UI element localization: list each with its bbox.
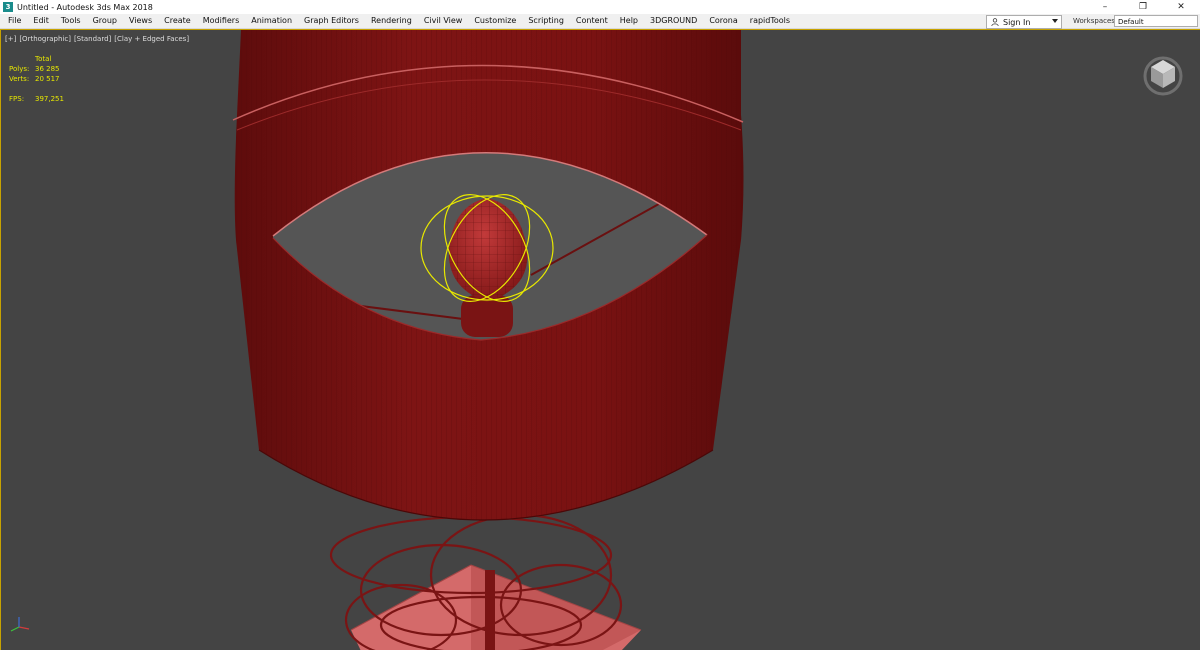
menu-bar: File Edit Tools Group Views Create Modif…	[0, 14, 1200, 29]
scene-statistics: Total Polys: 36 285 Verts: 20 517 FPS: 397,…	[9, 54, 64, 104]
menu-help[interactable]: Help	[614, 14, 644, 28]
menu-scripting[interactable]: Scripting	[522, 14, 570, 28]
menu-corona[interactable]: Corona	[703, 14, 743, 28]
viewport-menu-plus[interactable]: [+]	[5, 35, 16, 43]
sign-in-label: Sign In	[1003, 17, 1031, 27]
stats-polys-label: Polys:	[9, 65, 30, 73]
menu-modifiers[interactable]: Modifiers	[197, 14, 246, 28]
restore-button[interactable]: ❐	[1124, 0, 1162, 14]
viewcube-icon[interactable]	[1141, 52, 1185, 96]
viewport-point-of-view[interactable]: [Orthographic]	[19, 35, 71, 43]
menu-edit[interactable]: Edit	[27, 14, 55, 28]
menu-3dground[interactable]: 3DGROUND	[644, 14, 703, 28]
viewport-label-bar: [+] [Orthographic] [Standard] [Clay + Ed…	[5, 35, 189, 43]
viewport-visual-style[interactable]: [Clay + Edged Faces]	[114, 35, 189, 43]
workspaces-select[interactable]: Default	[1114, 15, 1198, 27]
user-icon	[991, 18, 999, 26]
menu-graph-editors[interactable]: Graph Editors	[298, 14, 365, 28]
stats-fps-label: FPS:	[9, 95, 25, 103]
workspaces-label: Workspaces:	[1073, 17, 1118, 25]
stats-total-label: Total	[35, 55, 52, 63]
menu-rapidtools[interactable]: rapidTools	[744, 14, 796, 28]
viewport-shading-preset[interactable]: [Standard]	[74, 35, 111, 43]
window-controls: – ❐ ✕	[1086, 0, 1200, 14]
menu-create[interactable]: Create	[158, 14, 197, 28]
menu-content[interactable]: Content	[570, 14, 614, 28]
stats-fps-value: 397,251	[35, 95, 64, 103]
axis-tripod-icon	[10, 617, 30, 632]
menu-animation[interactable]: Animation	[245, 14, 298, 28]
stats-polys-value: 36 285	[35, 65, 60, 73]
menu-file[interactable]: File	[0, 14, 27, 28]
chevron-down-icon	[1052, 19, 1058, 23]
window-title: Untitled - Autodesk 3ds Max 2018	[17, 2, 153, 12]
menu-tools[interactable]: Tools	[55, 14, 87, 28]
close-button[interactable]: ✕	[1162, 0, 1200, 14]
menu-rendering[interactable]: Rendering	[365, 14, 418, 28]
3ds-max-icon[interactable]: 3	[3, 2, 13, 12]
sign-in-dropdown[interactable]: Sign In	[986, 15, 1062, 29]
viewport-orthographic[interactable]: [+] [Orthographic] [Standard] [Clay + Ed…	[0, 29, 1200, 650]
minimize-button[interactable]: –	[1086, 0, 1124, 14]
lamp-stem[interactable]	[485, 570, 495, 650]
menu-views[interactable]: Views	[123, 14, 158, 28]
menu-customize[interactable]: Customize	[468, 14, 522, 28]
menu-civil-view[interactable]: Civil View	[418, 14, 469, 28]
stats-verts-value: 20 517	[35, 75, 60, 83]
title-bar: 3 Untitled - Autodesk 3ds Max 2018 – ❐ ✕	[0, 0, 1200, 15]
stats-verts-label: Verts:	[9, 75, 30, 83]
lamp-model[interactable]	[1, 30, 1200, 650]
menu-group[interactable]: Group	[87, 14, 123, 28]
